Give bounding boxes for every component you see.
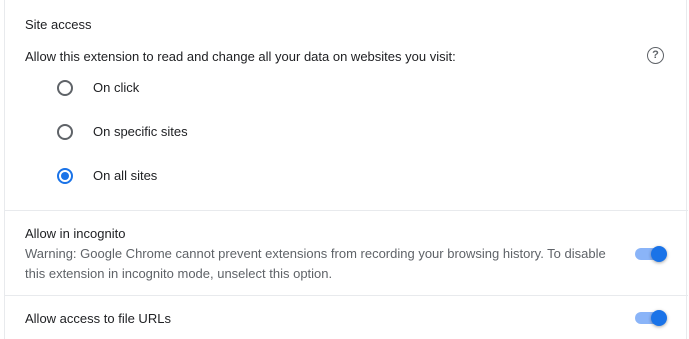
file-urls-title: Allow access to file URLs [25, 311, 171, 326]
radio-button-icon[interactable] [57, 124, 73, 140]
divider [5, 210, 688, 211]
radio-button-checked-icon[interactable] [57, 168, 73, 184]
radio-on-all-sites[interactable]: On all sites [57, 164, 157, 188]
radio-label-on-all-sites: On all sites [93, 168, 158, 183]
radio-on-specific-sites[interactable]: On specific sites [57, 120, 188, 144]
divider [5, 295, 688, 296]
help-icon[interactable]: ? [647, 47, 664, 64]
extension-settings-card: Site access Allow this extension to read… [4, 0, 688, 339]
toggle-knob [651, 246, 667, 262]
file-urls-toggle[interactable] [635, 310, 667, 326]
site-access-prompt: Allow this extension to read and change … [25, 49, 456, 64]
site-access-title: Site access [25, 17, 92, 32]
radio-on-click[interactable]: On click [57, 76, 139, 100]
incognito-title: Allow in incognito [25, 226, 126, 241]
radio-label-on-specific-sites: On specific sites [93, 124, 188, 139]
incognito-toggle[interactable] [635, 246, 667, 262]
incognito-warning: Warning: Google Chrome cannot prevent ex… [25, 246, 606, 281]
radio-button-icon[interactable] [57, 80, 73, 96]
toggle-knob [651, 310, 667, 326]
radio-label-on-click: On click [93, 80, 140, 95]
